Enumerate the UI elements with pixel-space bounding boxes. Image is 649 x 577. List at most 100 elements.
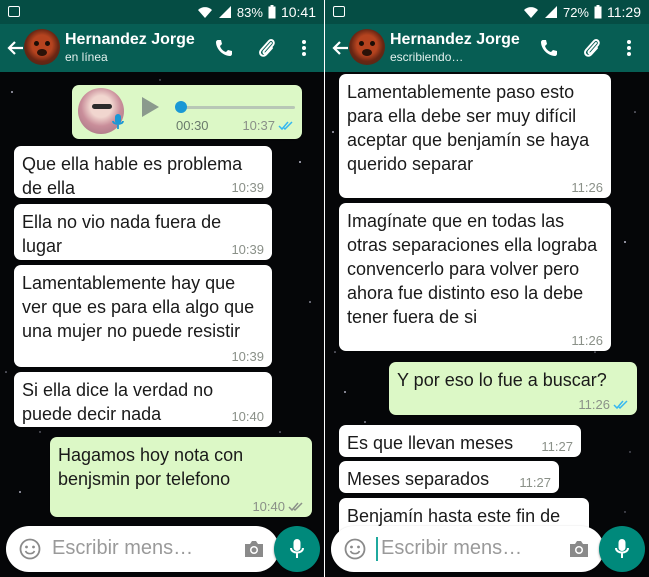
message-meta: 10:40 (252, 499, 304, 514)
avatar[interactable] (349, 29, 385, 65)
message-time: 10:39 (231, 180, 264, 195)
back-arrow-icon[interactable] (329, 34, 351, 62)
text-cursor (376, 537, 378, 561)
message-bubble-outgoing[interactable]: Y por eso lo fue a buscar? 11:26 (389, 362, 637, 415)
back-arrow-icon[interactable] (4, 34, 26, 62)
phone-icon[interactable] (213, 37, 235, 59)
message-bubble-incoming[interactable]: Meses separados 11:27 (339, 461, 559, 493)
message-bubble-outgoing[interactable]: Hagamos hoy nota con benjsmin por telefo… (50, 437, 312, 517)
message-meta: 10:37 (242, 118, 294, 133)
message-meta: 11:27 (519, 475, 551, 490)
contact-status: en línea (65, 50, 108, 64)
contact-status: escribiendo… (390, 50, 464, 64)
chat-header: Hernandez Jorge escribiendo… (325, 24, 649, 72)
message-composer[interactable]: Escribir mens… (331, 526, 604, 572)
message-text: Imagínate que en todas las otras separac… (347, 211, 598, 327)
audio-duration: 00:30 (176, 118, 209, 133)
battery-percent: 83% (236, 4, 263, 20)
signal-icon (544, 6, 557, 18)
message-time: 10:37 (242, 118, 275, 133)
phone-icon[interactable] (538, 37, 560, 59)
status-indicators: 83% 10:41 (197, 3, 316, 21)
contact-name: Hernandez Jorge (65, 31, 195, 48)
emoji-icon[interactable] (19, 538, 41, 560)
double-check-icon (613, 399, 628, 409)
double-check-icon (278, 120, 293, 130)
wifi-icon (197, 7, 212, 18)
left-screen: 83% 10:41 Hernandez Jorge en línea 00:30… (0, 0, 324, 577)
message-meta: 10:39 (231, 242, 264, 257)
message-text: Y por eso lo fue a buscar? (397, 370, 607, 390)
message-meta: 11:26 (571, 333, 603, 348)
message-time: 10:40 (252, 499, 285, 514)
message-time: 11:26 (571, 333, 603, 348)
message-composer[interactable]: Escribir mens… (6, 526, 279, 572)
message-time: 11:26 (571, 180, 603, 195)
message-text: Benjamín hasta este fin de (347, 506, 561, 526)
mic-icon (290, 539, 304, 558)
message-bubble-incoming[interactable]: Si ella dice la verdad no puede decir na… (14, 372, 272, 427)
battery-icon (268, 5, 276, 19)
voice-mic-icon (112, 114, 124, 129)
message-bubble-incoming[interactable]: Lamentablemente paso esto para ella debe… (339, 74, 611, 198)
message-meta: 11:26 (578, 397, 629, 412)
message-text: Es que llevan meses (347, 433, 514, 453)
message-time: 11:26 (578, 397, 610, 412)
message-text: Lamentablemente hay que ver que es para … (22, 273, 255, 341)
mic-icon (615, 539, 629, 558)
emoji-icon[interactable] (344, 538, 366, 560)
message-time: 11:27 (519, 475, 551, 490)
status-bar: 72% 11:29 (325, 0, 649, 24)
message-time: 10:40 (231, 409, 264, 424)
message-bubble-incoming[interactable]: Imagínate que en todas las otras separac… (339, 203, 611, 351)
paperclip-icon[interactable] (256, 37, 278, 59)
message-text: Si ella dice la verdad no puede decir na… (22, 380, 214, 424)
message-time: 10:39 (231, 242, 264, 257)
clock: 10:41 (280, 4, 316, 20)
camera-icon[interactable] (243, 539, 265, 559)
message-meta: 10:39 (231, 180, 264, 195)
screenshot-notification-icon (8, 6, 20, 17)
message-text: Hagamos hoy nota con benjsmin por telefo… (58, 445, 244, 489)
message-time: 11:27 (541, 439, 573, 454)
avatar[interactable] (24, 29, 60, 65)
clock: 11:29 (607, 4, 641, 20)
message-input[interactable]: Escribir mens… (52, 537, 193, 560)
message-text: Ella no vio nada fuera de lugar (22, 212, 222, 256)
message-bubble-incoming[interactable]: Ella no vio nada fuera de lugar 10:39 (14, 204, 272, 260)
message-text: Que ella hable es problema de ella (22, 154, 243, 198)
message-bubble-incoming[interactable]: Que ella hable es problema de ella 10:39 (14, 146, 272, 198)
wifi-icon (523, 7, 538, 18)
double-check-icon (288, 501, 303, 511)
audio-seek-handle[interactable] (175, 101, 187, 113)
audio-progress-track[interactable] (179, 106, 295, 109)
right-screen: 72% 11:29 Hernandez Jorge escribiendo… L… (325, 0, 649, 577)
camera-icon[interactable] (568, 539, 590, 559)
message-meta: 11:27 (541, 439, 573, 454)
message-time: 10:39 (231, 349, 264, 364)
message-meta: 11:26 (571, 180, 603, 195)
paperclip-icon[interactable] (581, 37, 603, 59)
status-indicators: 72% 11:29 (523, 3, 641, 21)
message-text: Lamentablemente paso esto para ella debe… (347, 82, 590, 174)
signal-icon (218, 6, 231, 18)
contact-info[interactable]: Hernandez Jorge en línea (65, 30, 195, 65)
message-bubble-incoming[interactable]: Es que llevan meses 11:27 (339, 425, 581, 457)
more-vert-icon[interactable] (618, 37, 640, 59)
voice-message[interactable]: 00:30 10:37 (72, 85, 302, 139)
message-bubble-incoming[interactable]: Lamentablemente hay que ver que es para … (14, 265, 272, 367)
message-input[interactable]: Escribir mens… (381, 537, 522, 560)
contact-name: Hernandez Jorge (390, 31, 520, 48)
voice-record-button[interactable] (599, 526, 645, 572)
battery-icon (594, 5, 602, 19)
voice-record-button[interactable] (274, 526, 320, 572)
battery-percent: 72% (562, 4, 589, 20)
contact-info[interactable]: Hernandez Jorge escribiendo… (390, 30, 520, 65)
gallery-notification-icon (333, 6, 345, 17)
message-meta: 10:40 (231, 409, 264, 424)
message-meta: 10:39 (231, 349, 264, 364)
play-icon[interactable] (142, 97, 159, 117)
chat-header: Hernandez Jorge en línea (0, 24, 324, 72)
more-vert-icon[interactable] (293, 37, 315, 59)
status-bar: 83% 10:41 (0, 0, 324, 24)
